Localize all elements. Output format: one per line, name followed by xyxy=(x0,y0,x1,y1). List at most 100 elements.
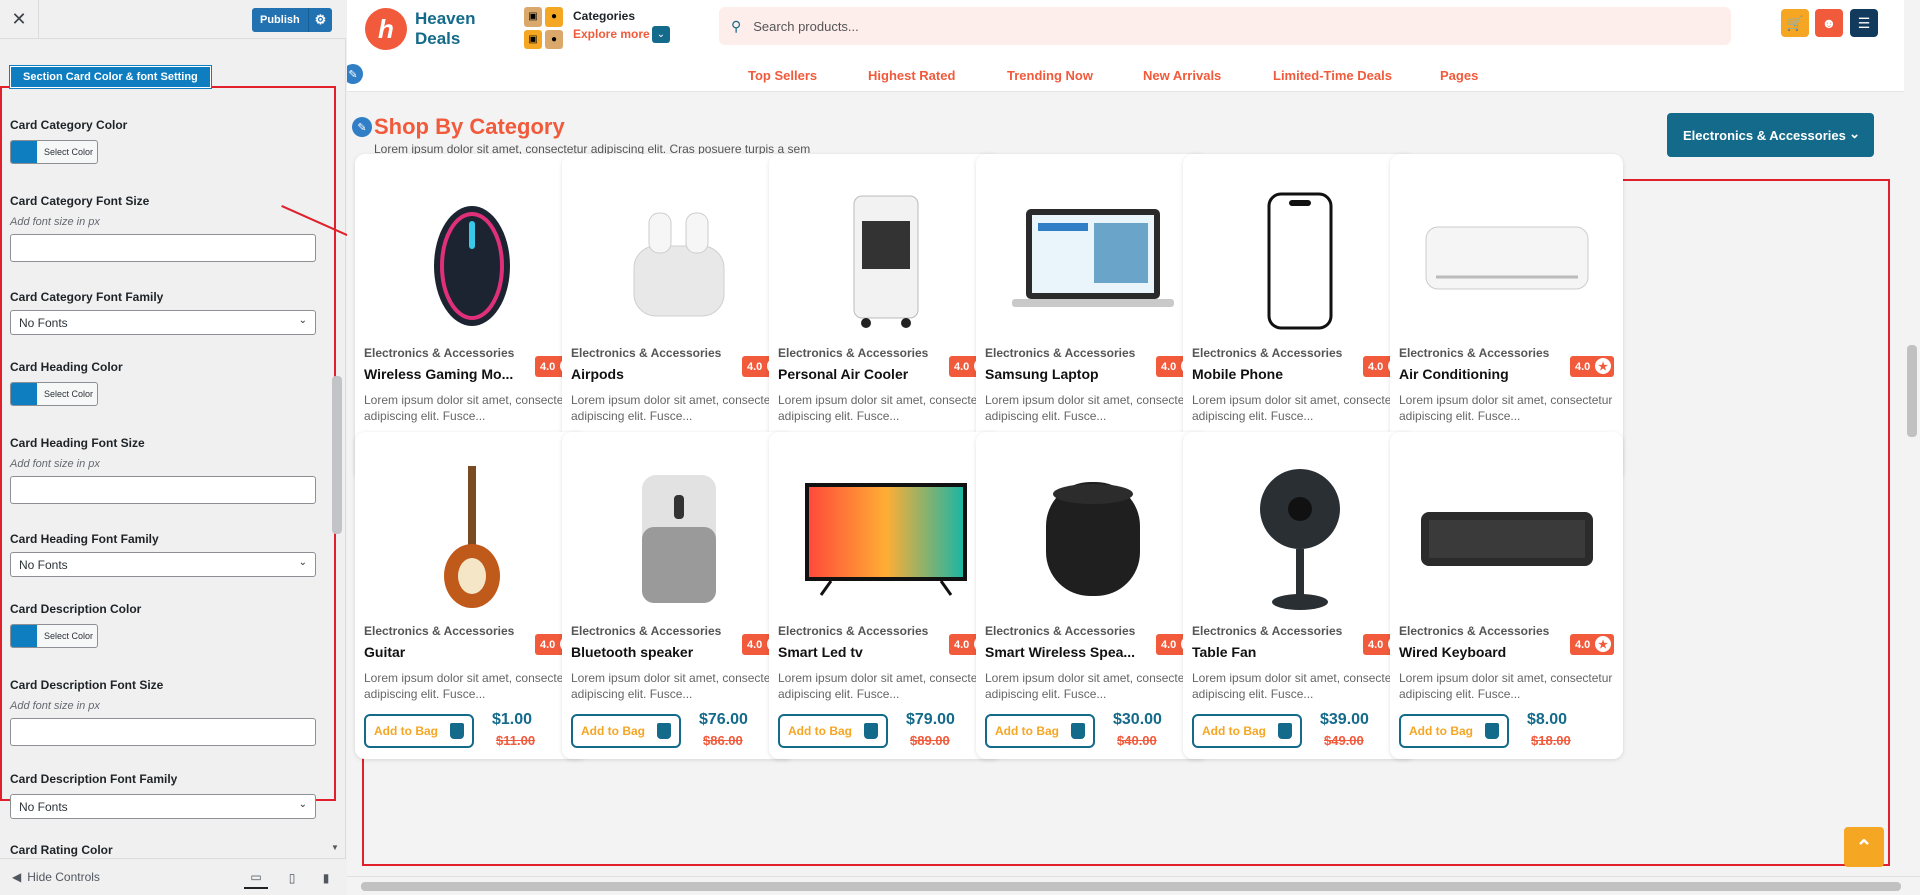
nav-highest-rated[interactable]: Highest Rated xyxy=(868,68,955,83)
chevron-down-icon[interactable]: ⌄ xyxy=(652,26,670,43)
categories-thumbnails[interactable]: ▣ ● ▣ ● xyxy=(524,7,564,49)
explore-more-link[interactable]: Explore more xyxy=(573,27,650,41)
menu-icon[interactable]: ☰ xyxy=(1850,9,1878,37)
product-old-price: $49.00 xyxy=(1324,733,1364,748)
card-description-color-button[interactable]: Select Color xyxy=(10,624,98,648)
product-price: $79.00 xyxy=(906,711,955,728)
preview-vertical-scrollbar[interactable] xyxy=(1904,0,1920,876)
category-dropdown[interactable]: Electronics & Accessories ⌄ xyxy=(1667,113,1874,157)
add-to-bag-button[interactable]: Add to Bag xyxy=(364,714,474,748)
product-image[interactable] xyxy=(1183,444,1416,634)
product-card[interactable]: Electronics & Accessories4.0★Table FanLo… xyxy=(1183,432,1416,759)
nav-new-arrivals[interactable]: New Arrivals xyxy=(1143,68,1221,83)
product-card[interactable]: Electronics & Accessories4.0★GuitarLorem… xyxy=(355,432,588,759)
product-image[interactable] xyxy=(769,166,1002,356)
product-card[interactable]: Electronics & Accessories4.0★Bluetooth s… xyxy=(562,432,795,759)
cart-icon[interactable]: 🛒 xyxy=(1781,9,1809,37)
product-card[interactable]: Electronics & Accessories4.0★Smart Led t… xyxy=(769,432,1002,759)
product-image[interactable] xyxy=(976,444,1209,634)
product-name[interactable]: Bluetooth speaker xyxy=(571,644,693,660)
scroll-down-icon[interactable]: ▼ xyxy=(331,843,339,852)
nav-pages[interactable]: Pages xyxy=(1440,68,1478,83)
add-to-bag-button[interactable]: Add to Bag xyxy=(985,714,1095,748)
card-category-font-family-select[interactable]: No Fonts ⌄ xyxy=(10,310,316,335)
add-to-bag-button[interactable]: Add to Bag xyxy=(778,714,888,748)
product-name[interactable]: Table Fan xyxy=(1192,644,1256,660)
close-icon[interactable]: ✕ xyxy=(0,0,39,39)
select-color-label: Select Color xyxy=(44,147,94,157)
select-color-label: Select Color xyxy=(44,631,94,641)
product-name[interactable]: Smart Led tv xyxy=(778,644,863,660)
add-to-bag-label: Add to Bag xyxy=(788,724,852,738)
mobile-preview-icon[interactable]: ▮ xyxy=(314,867,338,889)
product-price: $30.00 xyxy=(1113,711,1162,728)
rating-value: 4.0 xyxy=(954,638,970,651)
search-input[interactable]: ⚲ Search products... xyxy=(719,7,1731,45)
preview-horizontal-scrollbar-thumb[interactable] xyxy=(361,882,1901,891)
bag-icon xyxy=(657,723,671,739)
product-image[interactable] xyxy=(355,444,588,634)
product-name[interactable]: Guitar xyxy=(364,644,405,660)
site-header: h Heaven Deals ▣ ● ▣ ● Categories Explor… xyxy=(347,0,1920,92)
rating-value: 4.0 xyxy=(1368,360,1384,373)
edit-pencil-icon[interactable]: ✎ xyxy=(352,117,372,137)
customizer-controls[interactable]: Section Card Color & font Setting Card C… xyxy=(0,40,346,858)
user-icon[interactable]: ☻ xyxy=(1815,9,1843,37)
rating-value: 4.0 xyxy=(1161,360,1177,373)
product-price: $76.00 xyxy=(699,711,748,728)
add-to-bag-button[interactable]: Add to Bag xyxy=(571,714,681,748)
product-image[interactable] xyxy=(562,444,795,634)
nav-top-sellers[interactable]: Top Sellers xyxy=(748,68,817,83)
product-name[interactable]: Air Conditioning xyxy=(1399,366,1509,382)
product-image[interactable] xyxy=(976,166,1209,356)
product-card[interactable]: Electronics & Accessories4.0★Smart Wirel… xyxy=(976,432,1209,759)
hide-controls-button[interactable]: ◀ Hide Controls xyxy=(12,870,100,884)
product-name[interactable]: Samsung Laptop xyxy=(985,366,1099,382)
card-category-font-size-input[interactable] xyxy=(10,234,316,262)
search-icon: ⚲ xyxy=(731,17,742,34)
publish-button[interactable]: Publish ⚙ xyxy=(252,8,332,32)
desktop-preview-icon[interactable]: ▭ xyxy=(244,867,268,889)
product-image[interactable] xyxy=(1390,166,1623,356)
logo-icon[interactable]: h xyxy=(365,8,407,50)
card-heading-font-family-select[interactable]: No Fonts ⌄ xyxy=(10,552,316,577)
product-name[interactable]: Mobile Phone xyxy=(1192,366,1283,382)
card-heading-color-button[interactable]: Select Color xyxy=(10,382,98,406)
sidebar-scrollbar-thumb[interactable] xyxy=(332,376,342,534)
product-description: Lorem ipsum dolor sit amet, consectetur … xyxy=(571,671,785,701)
product-image[interactable] xyxy=(562,166,795,356)
nav-limited-time-deals[interactable]: Limited-Time Deals xyxy=(1273,68,1392,83)
tablet-preview-icon[interactable]: ▯ xyxy=(280,867,304,889)
product-image[interactable] xyxy=(355,166,588,356)
product-image[interactable] xyxy=(769,444,1002,634)
product-name[interactable]: Personal Air Cooler xyxy=(778,366,908,382)
rating-value: 4.0 xyxy=(747,638,763,651)
card-category-color-button[interactable]: Select Color xyxy=(10,140,98,164)
card-description-font-size-input[interactable] xyxy=(10,718,316,746)
back-to-top-button[interactable]: ⌃ xyxy=(1844,827,1884,867)
product-name[interactable]: Airpods xyxy=(571,366,624,382)
site-preview[interactable]: h Heaven Deals ▣ ● ▣ ● Categories Explor… xyxy=(347,0,1920,895)
nav-trending-now[interactable]: Trending Now xyxy=(1007,68,1093,83)
product-name[interactable]: Wired Keyboard xyxy=(1399,644,1506,660)
publish-label: Publish xyxy=(260,14,300,26)
chevron-down-icon: ⌄ xyxy=(298,799,307,810)
product-image[interactable] xyxy=(1390,444,1623,634)
card-description-font-family-select[interactable]: No Fonts ⌄ xyxy=(10,794,316,819)
product-image[interactable] xyxy=(1183,166,1416,356)
product-card[interactable]: Electronics & Accessories 4.0 ★ Wired Keybo… xyxy=(1390,432,1623,759)
product-name[interactable]: Smart Wireless Spea... xyxy=(985,644,1135,660)
font-size-hint: Add font size in px xyxy=(10,458,100,470)
preview-horizontal-scrollbar[interactable] xyxy=(347,876,1920,895)
categories-title[interactable]: Categories xyxy=(573,9,635,23)
logo-line2: Deals xyxy=(415,29,461,48)
logo-text[interactable]: Heaven Deals xyxy=(415,9,475,49)
product-name[interactable]: Wireless Gaming Mo... xyxy=(364,366,513,382)
add-to-bag-button[interactable]: Add to Bag xyxy=(1192,714,1302,748)
preview-vertical-scrollbar-thumb[interactable] xyxy=(1907,345,1917,437)
product-category: Electronics & Accessories xyxy=(1192,624,1343,638)
rating-value: 4.0 xyxy=(540,638,556,651)
card-heading-font-size-input[interactable] xyxy=(10,476,316,504)
add-to-bag-button[interactable]: Add to Bag xyxy=(1399,714,1509,748)
gear-icon[interactable]: ⚙ xyxy=(308,8,332,32)
